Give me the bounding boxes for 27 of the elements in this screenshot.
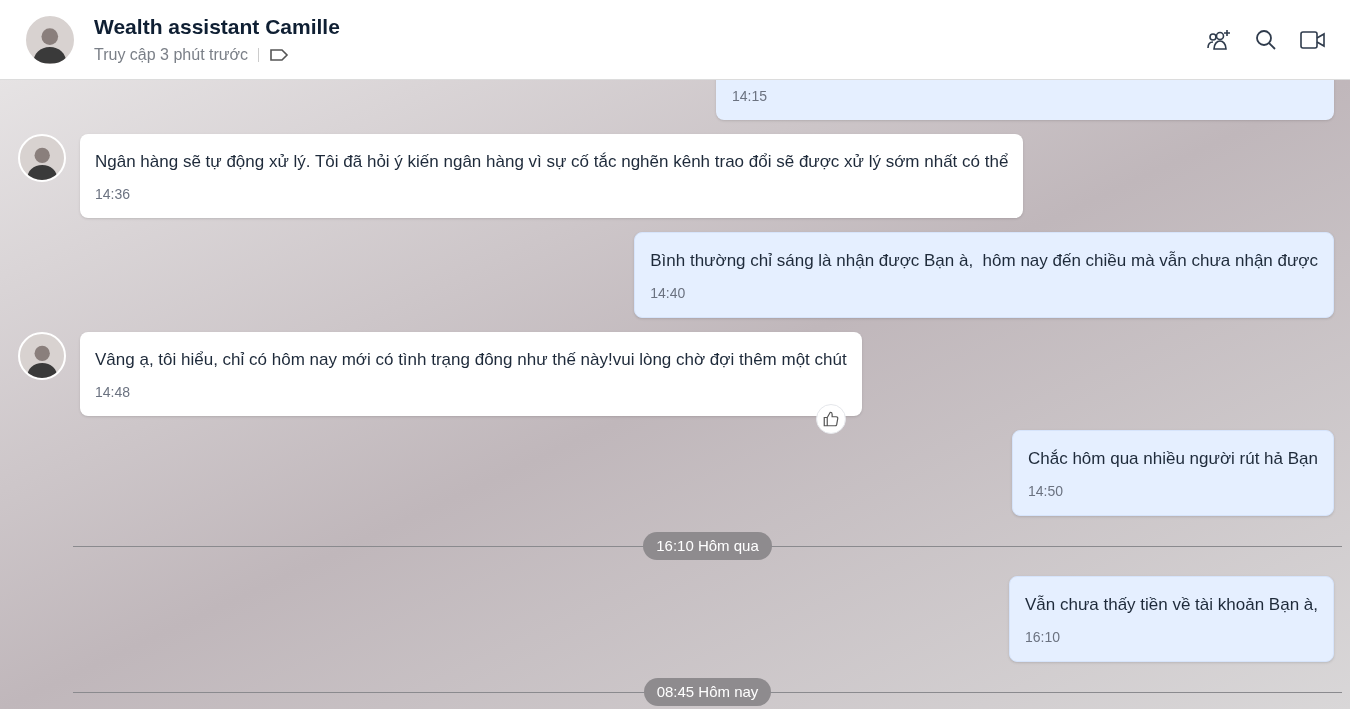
contact-name: Wealth assistant Camille [94,14,340,39]
tag-icon [269,47,289,62]
video-camera-icon [1300,28,1326,51]
message-time: 14:40 [650,284,687,303]
message-time: 14:48 [95,383,132,402]
add-people-icon [1206,27,1232,52]
date-separator: 08:45 Hôm nay [643,678,772,706]
like-button[interactable] [815,404,846,434]
video-call-button[interactable] [1300,28,1326,51]
avatar [18,134,66,182]
search-button[interactable] [1254,27,1278,52]
message-time: 14:15 [732,88,768,104]
tag-button[interactable] [269,47,289,62]
message-time: 14:36 [95,185,132,204]
message-text: Bình thường chỉ sáng là nhận được Bạn à, hôm nay đến chiều mà vẫn chưa nhận được [650,250,1318,272]
message-text: Ngân hàng sẽ tự động xử lý. Tôi đã hỏi ý kiến ngân hàng vì sự cố tắc nghẽn kênh trao đổi sẽ được xử lý sớm nhất có thể [95,151,1009,173]
message-time: 16:10 [1024,628,1061,647]
search-icon [1254,27,1278,52]
thumbs-up-icon [821,410,840,428]
message-text: Chắc hôm qua nhiều người rút hả Bạn [1028,448,1318,470]
avatar [18,332,66,380]
message-time: 14:50 [1028,482,1065,501]
add-member-button[interactable] [1206,27,1232,52]
message-text: Vâng ạ, tôi hiểu, chỉ có hôm nay mới có tình trạng đông như thế này!vui lòng chờ đợi thêm một chút [95,349,847,371]
message-text: Vẫn chưa thấy tiền về tài khoản Bạn à, [1024,594,1318,616]
last-seen-text: Truy cập 3 phút trước [94,44,248,65]
date-separator: 16:10 Hôm qua [643,532,772,560]
